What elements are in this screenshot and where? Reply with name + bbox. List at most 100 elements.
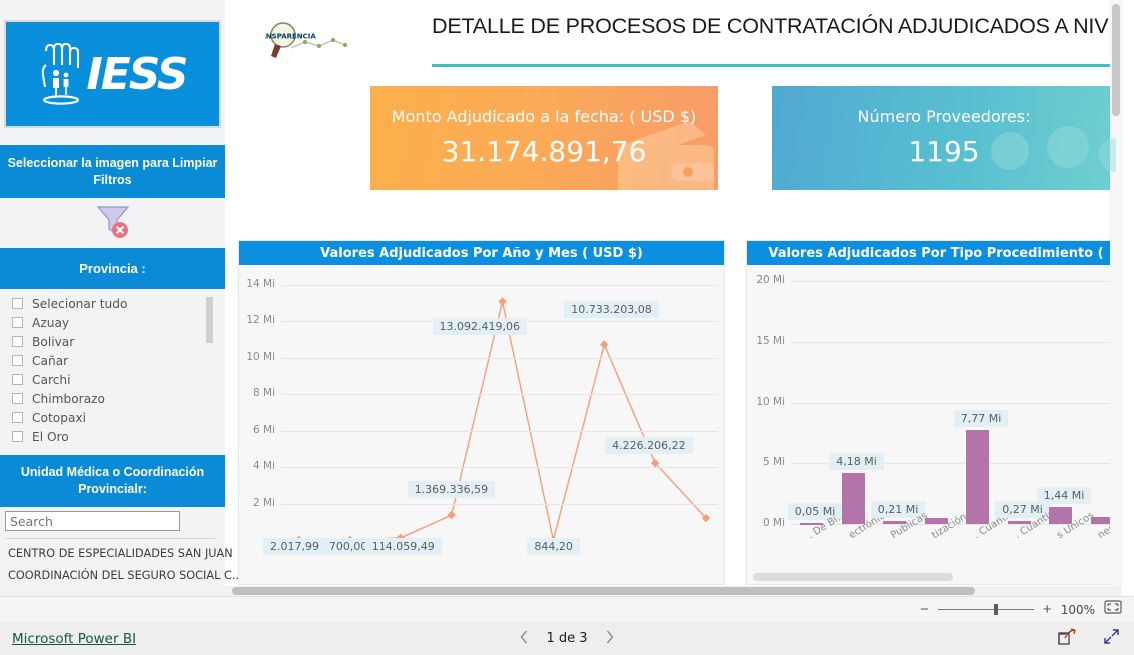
provincia-item[interactable]: Azuay: [0, 313, 225, 332]
data-label: 10.733.203,08: [564, 300, 659, 318]
svg-text:TRANSPARENCIA: TRANSPARENCIA: [265, 33, 316, 41]
provincia-label: Chimborazo: [32, 391, 106, 406]
provincia-label: Bolivar: [32, 334, 75, 349]
gridline: [281, 467, 718, 469]
transparencia-logo: TRANSPARENCIA: [250, 22, 357, 64]
checkbox-icon[interactable]: [12, 393, 23, 404]
page-indicator: 1 de 3: [546, 631, 588, 646]
provincia-label: Cañar: [32, 353, 69, 368]
zoom-out-button[interactable]: −: [920, 602, 929, 617]
kpi-value: 1195: [908, 135, 980, 168]
x-axis-tick-label: tización: [930, 511, 969, 542]
share-icon[interactable]: [1058, 627, 1077, 650]
checkbox-icon[interactable]: [12, 317, 23, 328]
gridline: [281, 357, 718, 359]
data-label: 4,18 Mi: [829, 453, 884, 471]
provincia-item[interactable]: Bolivar: [0, 332, 225, 351]
kpi-card-monto-adjudicado[interactable]: Monto Adjudicado a la fecha: ( USD $) 31…: [370, 86, 718, 190]
provincia-scrollbar-thumb[interactable]: [206, 297, 213, 343]
page-navigation: 1 de 3: [519, 630, 614, 647]
y-axis-tick-label: 6 Mi: [253, 423, 275, 436]
zoom-in-button[interactable]: +: [1043, 602, 1052, 617]
report-canvas: IESS Seleccionar la imagen para Limpiar …: [0, 0, 1122, 596]
bar-chart-horizontal-scrollbar[interactable]: [753, 573, 953, 581]
kpi-value: 31.174.891,76: [441, 135, 647, 168]
provincia-item[interactable]: Cañar: [0, 351, 225, 370]
provincia-item[interactable]: El Oro: [0, 427, 225, 446]
provincia-label: Azuay: [32, 315, 70, 330]
zoom-toolbar: − + 100%: [0, 596, 1134, 622]
y-axis-tick-label: 10 Mi: [246, 350, 275, 363]
bar-chart-plot[interactable]: 0 Mi 5 Mi 10 Mi 15 Mi 20 Mi 0,05 Mi. De Bi...…: [747, 265, 1122, 584]
checkbox-icon[interactable]: [12, 431, 23, 442]
report-footer: Microsoft Power BI 1 de 3: [0, 622, 1134, 655]
y-axis-tick-label: 10 Mi: [756, 395, 785, 408]
y-axis-tick-label: 15 Mi: [756, 334, 785, 347]
canvas-horizontal-scrollbar-thumb[interactable]: [232, 587, 975, 595]
provincia-item[interactable]: Cotopaxi: [0, 408, 225, 427]
report-title-container: DETALLE DE PROCESOS DE CONTRATACIÓN ADJU…: [432, 14, 1122, 66]
zoom-level-label: 100%: [1060, 602, 1095, 617]
clear-filters-image-button[interactable]: [0, 198, 225, 248]
data-label: 2.017,99: [263, 538, 326, 555]
chevron-right-icon[interactable]: [606, 630, 615, 647]
visual-valores-por-anio-mes[interactable]: Valores Adjudicados Por Año y Mes ( USD …: [238, 240, 725, 585]
zoom-slider[interactable]: [937, 604, 1034, 615]
unidad-slicer-header: Unidad Médica o Coordinación Provincialr…: [0, 455, 225, 507]
gridline: [281, 503, 718, 505]
chevron-left-icon[interactable]: [519, 630, 528, 647]
clear-filters-header: Seleccionar la imagen para Limpiar Filtr…: [0, 145, 225, 198]
bar[interactable]: [966, 429, 990, 524]
powerbi-brand-link[interactable]: Microsoft Power BI: [12, 631, 136, 647]
checkbox-icon[interactable]: [12, 374, 23, 385]
funnel-clear-icon[interactable]: [90, 201, 136, 246]
provincia-item[interactable]: Chimborazo: [0, 389, 225, 408]
checkbox-icon[interactable]: [12, 412, 23, 423]
zoom-slider-thumb[interactable]: [993, 604, 998, 615]
data-label: 13.092.419,06: [432, 317, 527, 335]
provincia-slicer-header: Provincia :: [0, 248, 225, 289]
bar[interactable]: [841, 473, 865, 524]
provincia-item[interactable]: Selecionar tudo: [0, 294, 225, 313]
gridline: [281, 285, 718, 286]
visual-valores-por-tipo-procedimiento[interactable]: Valores Adjudicados Por Tipo Procedimien…: [746, 240, 1122, 585]
bar[interactable]: [1049, 506, 1073, 524]
provincia-label: Carchi: [32, 372, 71, 387]
y-axis-tick-label: 5 Mi: [763, 456, 785, 469]
title-underline: [432, 64, 1122, 67]
gridline: [791, 341, 1122, 343]
kpi-title: Monto Adjudicado a la fecha: ( USD $): [391, 107, 697, 126]
kpi-title: Número Proveedores:: [857, 107, 1031, 126]
unidad-list-item[interactable]: COORDINACIÓN DEL SEGURO SOCIAL C...: [8, 569, 243, 582]
fullscreen-icon[interactable]: [1103, 628, 1120, 650]
unidad-search-input[interactable]: [5, 511, 180, 531]
fit-to-page-icon[interactable]: [1104, 600, 1122, 619]
unidad-list-item[interactable]: CENTRO DE ESPECIALIDADES SAN JUAN: [8, 547, 233, 560]
gridline: [281, 430, 718, 432]
checkbox-icon[interactable]: [12, 355, 23, 366]
powerbi-report-window: IESS Seleccionar la imagen para Limpiar …: [0, 0, 1134, 655]
iess-logo-card: IESS: [4, 20, 221, 128]
provincia-scrollbar-track[interactable]: [206, 293, 219, 451]
data-label: 844,20: [527, 538, 580, 555]
provincia-label: Cotopaxi: [32, 410, 87, 425]
checkbox-icon[interactable]: [12, 336, 23, 347]
checkbox-icon[interactable]: [12, 298, 23, 309]
y-axis-tick-label: 20 Mi: [756, 274, 785, 286]
data-label: 4.226.206,22: [605, 437, 693, 455]
provincia-item[interactable]: Carchi: [0, 370, 225, 389]
y-axis-tick-label: 14 Mi: [246, 278, 275, 290]
unidad-separator: [5, 538, 215, 539]
y-axis-tick-label: 8 Mi: [253, 387, 275, 400]
provincia-label: El Oro: [32, 429, 69, 444]
y-axis-tick-label: 0 Mi: [763, 517, 785, 529]
gridline: [281, 394, 718, 396]
canvas-horizontal-scrollbar[interactable]: [0, 586, 1122, 596]
page-title: DETALLE DE PROCESOS DE CONTRATACIÓN ADJU…: [432, 14, 1122, 38]
data-label: 7,77 Mi: [953, 409, 1009, 427]
provincia-slicer-list[interactable]: Selecionar tudo Azuay Bolivar Cañar Carchi Ch…: [0, 289, 225, 455]
y-axis-tick-label: 2 Mi: [253, 496, 275, 509]
kpi-card-numero-proveedores[interactable]: Número Proveedores: 1195: [772, 86, 1116, 190]
line-chart-plot[interactable]: 2 Mi 4 Mi 6 Mi 8 Mi 10 Mi 12 Mi 14 Mi 2.017,99 7…: [239, 265, 724, 584]
visual-title: Valores Adjudicados Por Tipo Procedimien…: [747, 241, 1122, 265]
